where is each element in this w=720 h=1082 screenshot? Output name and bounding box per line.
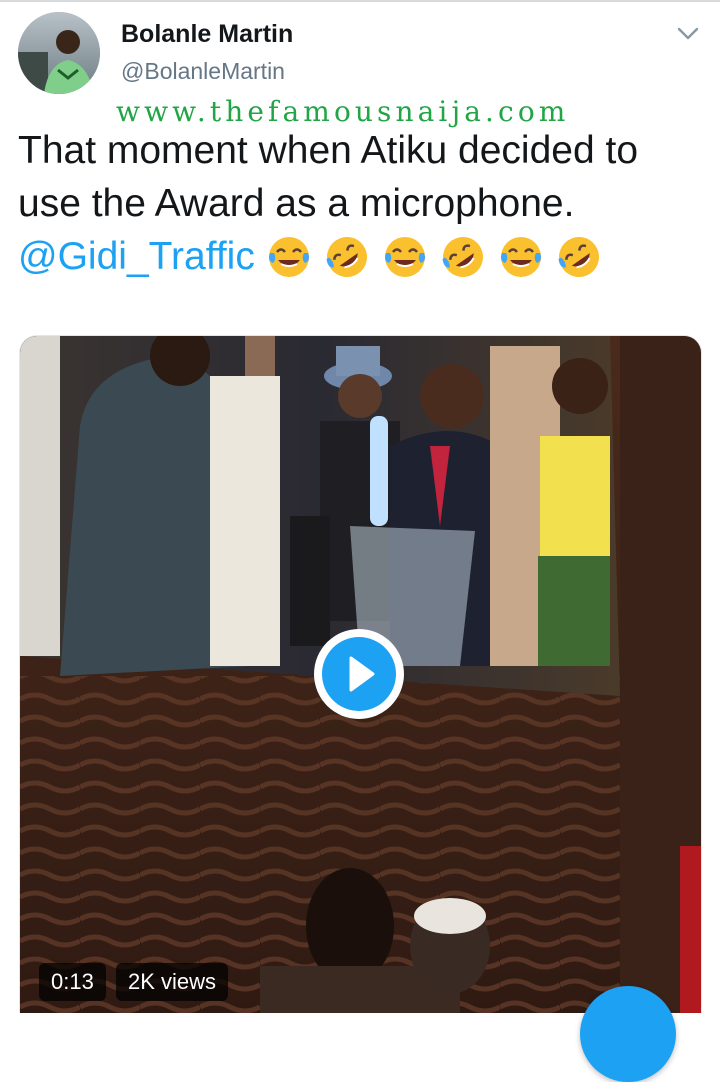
tears-of-joy-emoji-icon — [500, 236, 541, 277]
user-handle[interactable]: @BolanleMartin — [121, 58, 285, 85]
video-player[interactable]: 0:13 2K views — [19, 335, 702, 1013]
tweet-text: That moment when Atiku decided to use th… — [18, 124, 708, 285]
mention-link[interactable]: @Gidi_Traffic — [18, 235, 255, 278]
tweet-card: Bolanle Martin @BolanleMartin www.thefam… — [0, 0, 720, 1082]
tweet-text-line-1: That moment when Atiku decided to — [18, 129, 639, 172]
play-button[interactable] — [311, 626, 407, 722]
tears-of-joy-emoji-icon — [384, 236, 425, 277]
rolling-laughing-emoji-icon — [326, 236, 367, 277]
tweet-text-line-2: use the Award as a microphone. — [18, 182, 575, 225]
display-name[interactable]: Bolanle Martin — [121, 20, 293, 49]
tweet-text-line-3: @Gidi_Traffic — [18, 230, 708, 285]
video-duration: 0:13 — [39, 963, 106, 1001]
emoji-row — [265, 228, 613, 281]
tears-of-joy-emoji-icon — [268, 236, 309, 277]
compose-fab[interactable] — [580, 986, 676, 1082]
rolling-laughing-emoji-icon — [442, 236, 483, 277]
chevron-down-icon[interactable] — [672, 20, 704, 48]
video-view-count: 2K views — [116, 963, 229, 1001]
play-icon — [314, 629, 404, 719]
rolling-laughing-emoji-icon — [558, 236, 599, 277]
avatar[interactable] — [18, 12, 100, 94]
